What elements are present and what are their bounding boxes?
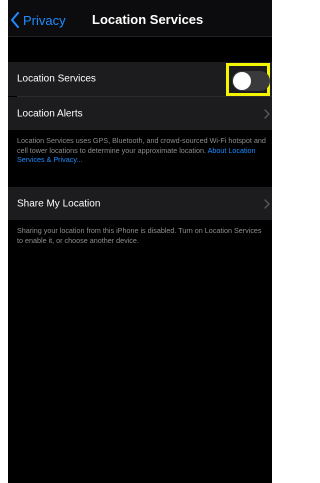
location-services-description: Location Services uses GPS, Bluetooth, a… [17,136,269,165]
location-alerts-row[interactable]: Location Alerts [8,97,272,130]
back-button[interactable]: Privacy [10,10,66,30]
share-location-footnote: Sharing your location from this iPhone i… [17,226,262,245]
toggle-track [232,71,270,91]
share-my-location-row[interactable]: Share My Location [8,187,272,220]
chevron-right-icon [264,198,270,209]
back-label: Privacy [23,12,66,28]
chevron-left-icon [11,12,19,28]
share-my-location-label: Share My Location [17,198,101,209]
location-services-label: Location Services [17,73,96,85]
toggle-knob [233,72,251,90]
page-title: Location Services [92,12,204,27]
navigation-bar: Privacy Location Services [8,0,272,37]
chevron-right-icon [264,108,270,119]
location-alerts-label: Location Alerts [17,108,83,119]
location-services-toggle[interactable] [226,63,270,96]
